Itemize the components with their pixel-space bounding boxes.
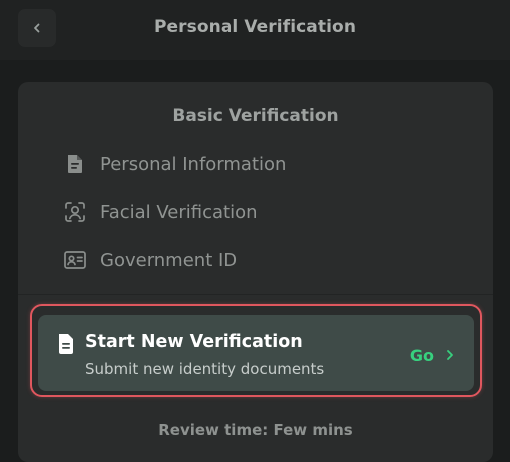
go-label: Go [409, 346, 434, 365]
divider [18, 294, 493, 295]
document-icon [56, 333, 76, 359]
review-time: Review time: Few mins [158, 421, 353, 439]
id-card-icon [63, 248, 87, 272]
verification-card: Basic Verification Personal Information … [18, 82, 493, 462]
step-government-id: Government ID [63, 247, 237, 273]
top-bar: Personal Verification [0, 0, 510, 60]
face-scan-icon [63, 200, 87, 224]
step-label: Personal Information [100, 153, 287, 175]
start-new-verification-button[interactable]: Start New Verification Submit new identi… [38, 315, 474, 391]
step-label: Facial Verification [100, 201, 258, 223]
step-label: Government ID [100, 249, 238, 271]
go-action[interactable]: Go [410, 346, 454, 365]
document-icon [63, 152, 87, 176]
chevron-right-icon [446, 346, 454, 365]
step-facial-verification: Facial Verification [63, 199, 258, 225]
step-personal-information: Personal Information [63, 151, 286, 177]
page-title: Personal Verification [153, 17, 357, 37]
cta-title: Start New Verification [85, 332, 303, 352]
section-title: Basic Verification [172, 106, 339, 126]
cta-subtitle: Submit new identity documents [85, 360, 325, 378]
